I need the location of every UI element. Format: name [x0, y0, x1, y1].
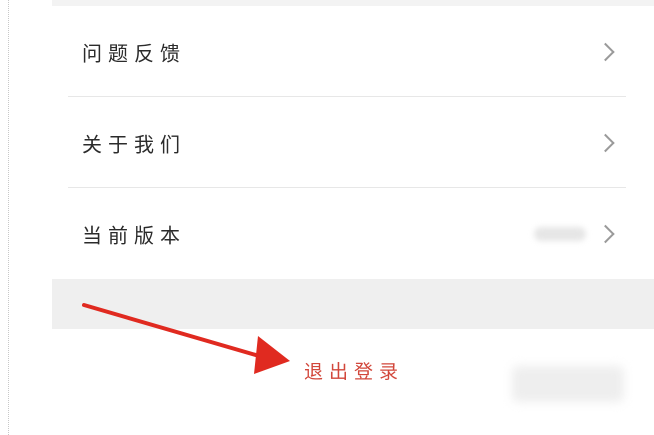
arrow-shaft — [82, 303, 268, 360]
annotation-arrow — [82, 303, 290, 374]
arrow-head-icon — [254, 336, 290, 374]
